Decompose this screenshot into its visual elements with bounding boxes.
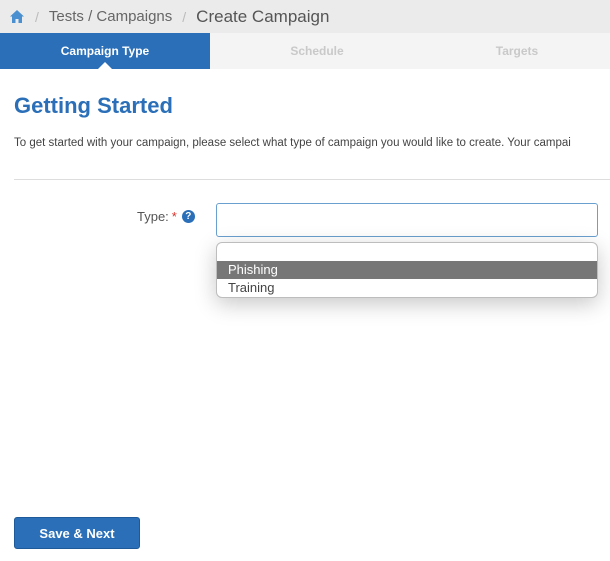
- type-label: Type:: [137, 209, 169, 224]
- intro-text: To get started with your campaign, pleas…: [14, 137, 571, 149]
- type-label-group: Type: * ?: [137, 209, 195, 224]
- option-phishing[interactable]: Phishing: [217, 261, 597, 279]
- breadcrumb-link-tests-campaigns[interactable]: Tests / Campaigns: [49, 8, 172, 25]
- type-dropdown-list: Phishing Training: [216, 242, 598, 298]
- home-icon[interactable]: [9, 9, 25, 25]
- breadcrumb-current: Create Campaign: [196, 6, 330, 26]
- type-select[interactable]: [216, 203, 598, 237]
- required-indicator: *: [171, 209, 177, 224]
- breadcrumb-separator: /: [182, 8, 187, 25]
- step-targets[interactable]: Targets: [424, 33, 610, 69]
- breadcrumb-separator: /: [35, 8, 39, 25]
- option-blank[interactable]: [217, 243, 597, 261]
- option-training[interactable]: Training: [217, 279, 597, 297]
- step-schedule[interactable]: Schedule: [210, 33, 424, 69]
- page-title: Getting Started: [14, 93, 173, 118]
- step-campaign-type[interactable]: Campaign Type: [0, 33, 210, 69]
- breadcrumb: / Tests / Campaigns / Create Campaign: [0, 0, 610, 33]
- divider: [14, 179, 610, 180]
- wizard-steps: Campaign Type Schedule Targets: [0, 33, 610, 69]
- help-icon[interactable]: ?: [181, 210, 195, 223]
- save-next-button[interactable]: Save & Next: [14, 517, 140, 549]
